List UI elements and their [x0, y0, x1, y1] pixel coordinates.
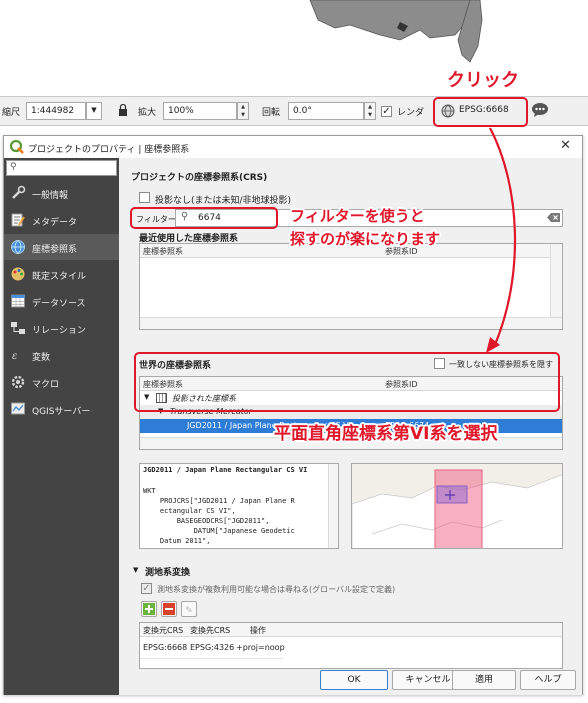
clear-filter-icon[interactable] — [547, 212, 561, 223]
sidebar-search-input[interactable]: ⚲ — [6, 160, 117, 176]
rotation-label: 回転 — [262, 108, 281, 118]
sidebar-item-label: マクロ — [32, 380, 60, 390]
lock-icon[interactable] — [118, 103, 128, 117]
properties-sidebar: ⚲ 一般情報メタデータ座標参照系既定スタイル データソース リレーション ε 変数マクロ… — [4, 158, 119, 695]
transform-row[interactable]: EPSG:6668 EPSG:4326 +proj=noop — [140, 637, 285, 659]
transform-dst: EPSG:4326 — [190, 643, 235, 652]
magnifier-spinner[interactable]: ▲ ▼ — [237, 102, 249, 120]
scale-dropdown-button[interactable]: ▼ — [86, 102, 102, 120]
help-button[interactable]: ヘルプ — [520, 670, 576, 690]
wkt-line: WKT — [143, 487, 156, 495]
select-tip: 平面直角座標系第VI系を選択 — [274, 424, 498, 444]
render-label: レンダ — [397, 108, 425, 118]
transform-op: +proj=noop — [236, 643, 285, 652]
recent-vscroll[interactable] — [550, 244, 562, 317]
sidebar-item-label: データソース — [32, 299, 86, 309]
add-transform-button[interactable] — [141, 601, 157, 617]
sidebar-item-3[interactable]: 座標参照系 — [4, 234, 119, 260]
no-projection-label: 投影なし(または未知/非地球投影) — [155, 196, 292, 206]
rotation-spinner[interactable]: ▲ ▼ — [364, 102, 376, 120]
wkt-line: ectangular CS VI", — [143, 507, 236, 515]
no-projection-checkbox[interactable] — [139, 192, 150, 203]
transform-src: EPSG:6668 — [143, 643, 188, 652]
server-icon — [10, 401, 26, 417]
ask-transform-checkbox[interactable]: ✓ — [141, 583, 152, 594]
variables-icon: ε — [10, 347, 26, 363]
recent-header-crs: 座標参照系 — [143, 247, 183, 256]
sidebar-item-label: 既定スタイル — [32, 272, 87, 282]
edit-transform-button[interactable]: ✎ — [181, 601, 197, 617]
transform-header-op: 操作 — [250, 626, 266, 635]
sidebar-item-2[interactable]: メタデータ — [4, 207, 119, 233]
sidebar-item-label: 座標参照系 — [32, 245, 78, 255]
dialog-title: プロジェクトのプロパティ | 座標参照系 — [28, 145, 190, 155]
rotation-input[interactable]: 0.0° — [288, 102, 364, 120]
sidebar-item-4[interactable]: 既定スタイル — [4, 261, 119, 287]
sidebar-item-label: リレーション — [32, 326, 86, 336]
transform-table[interactable]: 変換元CRS 変換先CRS 操作 EPSG:6668 EPSG:4326 +pr… — [139, 622, 563, 669]
transform-header: 変換元CRS 変換先CRS 操作 — [140, 623, 562, 637]
palette-icon — [10, 266, 26, 282]
search-icon: ⚲ — [10, 162, 17, 172]
transform-header-dst: 変換先CRS — [190, 626, 231, 635]
crs-highlight-box — [433, 97, 528, 127]
wkt-line: DATUM["Japanese Geodetic — [143, 527, 295, 535]
wkt-vscroll[interactable] — [328, 464, 338, 548]
apply-button[interactable]: 適用 — [452, 670, 516, 690]
wkt-line: Datum 2011", — [143, 537, 211, 545]
transform-header-src: 変換元CRS — [143, 626, 184, 635]
wkt-line: PROJCRS["JGD2011 / Japan Plane R — [143, 497, 295, 505]
wrench-icon — [10, 185, 26, 201]
scale-label: 縮尺 — [2, 108, 21, 118]
sidebar-item-1[interactable]: 一般情報 — [4, 180, 119, 206]
qgis-logo-icon — [9, 139, 24, 154]
sidebar-item-7[interactable]: ε 変数 — [4, 342, 119, 368]
svg-text:ε: ε — [12, 351, 17, 362]
click-callout: クリック — [447, 70, 519, 91]
crs-extent-preview — [351, 463, 563, 549]
metadata-icon — [10, 212, 26, 228]
magnifier-label: 拡大 — [138, 108, 157, 118]
wkt-text-area[interactable]: JGD2011 / Japan Plane Rectangular CS VI … — [139, 463, 339, 549]
sidebar-item-label: QGISサーバー — [32, 407, 91, 417]
sidebar-item-8[interactable]: マクロ — [4, 369, 119, 395]
filter-highlight-box — [130, 207, 278, 229]
datum-collapse-icon[interactable]: ▼ — [133, 566, 138, 574]
remove-transform-button[interactable] — [161, 601, 177, 617]
table-icon — [10, 293, 26, 309]
magnifier-input[interactable]: 100% — [163, 102, 237, 120]
macro-icon — [10, 374, 26, 390]
ask-transform-label: 測地系変換が複数利用可能な場合は尋ねる(グローバル設定で定義) — [157, 585, 396, 594]
extent-map — [352, 469, 562, 548]
wkt-title: JGD2011 / Japan Plane Rectangular CS VI — [143, 466, 308, 474]
datum-section-title: 測地系変換 — [145, 568, 191, 578]
selection-highlight-box — [134, 352, 560, 412]
wkt-line: BASEGEODCRS["JGD2011", — [143, 517, 270, 525]
sidebar-item-6[interactable]: リレーション — [4, 315, 119, 341]
sidebar-item-5[interactable]: データソース — [4, 288, 119, 314]
scale-input[interactable]: 1:444982 — [26, 102, 86, 120]
ok-button[interactable]: OK — [320, 670, 388, 690]
sidebar-item-label: 一般情報 — [32, 191, 69, 201]
sidebar-item-9[interactable]: QGISサーバー — [4, 396, 119, 422]
globe-icon — [10, 239, 26, 255]
close-icon[interactable]: ✕ — [560, 138, 571, 153]
sidebar-item-label: メタデータ — [32, 218, 78, 228]
crs-section-title: プロジェクトの座標参照系(CRS) — [131, 173, 268, 183]
filter-tip-line2: 探すのが楽になります — [290, 230, 441, 248]
render-checkbox[interactable]: ✓ — [381, 106, 392, 117]
filter-tip-line1: フィルターを使うと — [290, 207, 425, 225]
messages-icon[interactable] — [531, 102, 549, 118]
sidebar-item-label: 変数 — [32, 353, 51, 363]
annotation-arrow — [486, 127, 517, 353]
relation-icon — [10, 320, 26, 336]
